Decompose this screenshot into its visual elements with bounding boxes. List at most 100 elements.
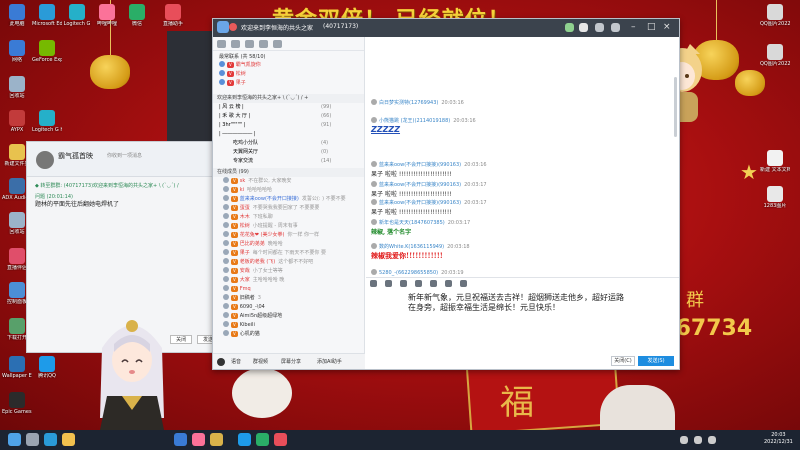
group-chat-window[interactable]: 欢迎来到李恒海的共头之家 (40717173) – □ × 最常联系 (共 58… [212, 18, 680, 370]
member-item[interactable]: V 安哉 小了女士等等 [213, 267, 364, 276]
contact-item[interactable]: V 松树 [213, 70, 364, 79]
contact-item[interactable]: V 霸气凯旋你 [213, 61, 364, 70]
settings-icon[interactable] [272, 40, 282, 48]
desktop-icon-bilibili[interactable]: 哔哩哔哩 [92, 4, 122, 27]
search-icon[interactable] [26, 433, 39, 446]
edge-icon[interactable] [44, 433, 57, 446]
avatar[interactable] [371, 243, 377, 249]
desktop-icon-logitech[interactable]: Logitech G HUB [32, 110, 62, 133]
home-icon[interactable] [579, 23, 588, 32]
contacts-icon[interactable] [217, 40, 226, 48]
microphone-icon[interactable] [217, 358, 225, 366]
avatar[interactable] [371, 181, 377, 187]
member-item[interactable]: V 心机的猫 [213, 330, 364, 339]
app-icon[interactable] [611, 23, 620, 32]
scrollbar[interactable] [674, 77, 677, 137]
close-icon[interactable]: × [663, 22, 671, 33]
avatar[interactable] [371, 269, 377, 275]
member-item[interactable]: V 大家 主哈哈哈哈 晚 [213, 276, 364, 285]
qq-icon[interactable] [238, 433, 251, 446]
file-icon[interactable] [414, 280, 422, 287]
app-icon[interactable] [274, 433, 287, 446]
desktop-icon-logitech-g[interactable]: Logitech G [62, 4, 92, 27]
desktop-icon-image-3[interactable]: 1283图片 [760, 186, 790, 209]
member-item[interactable]: V 花花兔❤ (美少女拳) 你一样 你一样 [213, 231, 364, 240]
message-sender[interactable]: 蓝来来oow(不会开口接接)(990163) [379, 162, 461, 168]
channel-item[interactable]: | ―――――― | [213, 130, 364, 139]
image-icon[interactable] [399, 280, 407, 287]
member-item[interactable]: V 果子 每个时间都在 下雨天不不要你 要 [213, 249, 364, 258]
status-video[interactable]: 群视频 [253, 358, 268, 365]
avatar[interactable] [371, 117, 377, 123]
avatar[interactable] [371, 219, 377, 225]
member-item[interactable]: V 松树 小班提醒 - 周末有事 [213, 222, 364, 231]
desktop-icon-this-pc[interactable]: 此电脑 [2, 4, 32, 27]
desktop-icon-recycle[interactable]: 回收站 [2, 76, 32, 99]
desktop-icon-aypx[interactable]: AYPX [2, 110, 32, 133]
network-icon[interactable] [680, 436, 688, 444]
desktop-icon-live-helper[interactable]: 直播助手 [158, 4, 188, 27]
message-sender[interactable]: 蓝来来oow(不会开口接接)(990163) [379, 182, 461, 188]
avatar[interactable] [36, 151, 54, 169]
member-item[interactable]: V 蛋蛋 不要哭我我要回家了 不要要要 [213, 204, 364, 213]
send-button[interactable]: 发送(S) [638, 356, 674, 366]
desktop-icon-geforce[interactable]: GeForce Experience [32, 40, 62, 63]
chat-message[interactable]: 数的White.K(1636115949) 20:03:18 辣椒我爱你!!!!!!… [371, 243, 470, 261]
chat-message[interactable]: 蓝来来oow(不会开口接接)(990163) 20:03:17 果子 啦啦 !!!!… [371, 199, 487, 216]
channel-item[interactable]: | 3hr""""" | (91) [213, 121, 364, 130]
message-sender[interactable]: 小熊猫跳 (龙王)(2114019188) [379, 118, 450, 124]
title-bar[interactable]: 欢迎来到李恒海的共头之家 (40717173) – □ × [213, 19, 679, 37]
message-sender[interactable]: 蓝来来oow(不会开口接接)(990163) [379, 200, 461, 206]
avatar[interactable] [371, 161, 377, 167]
app-icon[interactable] [174, 433, 187, 446]
status-voice[interactable]: 语音 [231, 358, 241, 365]
chat-message[interactable]: 小熊猫跳 (龙王)(2114019188) 20:03:16 ZZZZZ [371, 117, 476, 134]
member-item[interactable]: V 蓝来来oow(不会开口接接) 发誓公(: ) 不要不要 [213, 195, 364, 204]
close-button[interactable]: 关闭(C) [611, 356, 635, 366]
message-sender[interactable]: 数的White.K(1636115949) [379, 244, 444, 250]
desktop-icon-image-1[interactable]: QQ图片2022 [760, 4, 790, 27]
chat-message[interactable]: 蓝来来oow(不会开口接接)(990163) 20:03:17 果子 啦啦 !!!!… [371, 181, 487, 198]
desktop-icon-image-2[interactable]: QQ图片2022121 [760, 44, 790, 67]
file-icon[interactable] [258, 40, 268, 48]
member-item[interactable]: V Aimi5n超级超绿地 [213, 312, 364, 321]
desktop-icon-textfile[interactable]: 新建 文本文档.txt [760, 150, 790, 173]
member-item[interactable]: V 老板的老我 (飞) 这个都不不好吧 [213, 258, 364, 267]
member-item[interactable]: V Fmq [213, 285, 364, 294]
member-item[interactable]: V 旧稿者 3 [213, 294, 364, 303]
chat-message[interactable]: 新年也是天天(1847607385) 20:03:17 辣椒, 落个名字 [371, 219, 470, 236]
member-item[interactable]: Vki 哈哈哈哈哈 [213, 186, 364, 195]
desktop-icon-wechat[interactable]: 微信 [122, 4, 152, 27]
folder-icon[interactable] [62, 433, 75, 446]
wechat-icon[interactable] [256, 433, 269, 446]
channel-item[interactable]: 天翼网关厅 (0) [213, 148, 364, 157]
message-sender[interactable]: 5280_-(662298655850) [379, 270, 438, 276]
status-screen-share[interactable]: 屏幕分享 [281, 358, 301, 365]
group-icon[interactable] [230, 40, 240, 48]
chat-message[interactable]: 5280_-(662298655850)20:03:19无语 [371, 269, 464, 277]
desktop-icon-qq[interactable]: 腾讯QQ [32, 356, 62, 379]
member-item[interactable]: Vsk 不在群公, 大家晚安 [213, 177, 364, 186]
member-item[interactable]: V Kibeili [213, 321, 364, 330]
bilibili-icon[interactable] [192, 433, 205, 446]
channel-item[interactable]: | 风 云 榜 | (99) [213, 103, 364, 112]
microphone-icon[interactable] [444, 280, 452, 287]
close-button[interactable]: 关闭 [170, 335, 193, 344]
desktop-icon-network[interactable]: 网络 [2, 40, 32, 63]
message-sender[interactable]: 新年也是天天(1847607385) [379, 220, 445, 226]
member-item[interactable]: V 木木 下班私聊 [213, 213, 364, 222]
member-item[interactable]: V 6090_-\04 [213, 303, 364, 312]
emoji-icon[interactable] [370, 280, 377, 287]
channel-item[interactable]: 吃鸡小分队 (4) [213, 139, 364, 148]
channel-item[interactable]: | 禾 歌 大 厅 | (66) [213, 112, 364, 121]
maximize-icon[interactable]: □ [647, 22, 656, 33]
message-input[interactable]: 新年新气象，元旦祝福送去吉祥！超烟狮送走他乡，超好运路在身旁，超振幸福生活是绵长… [366, 289, 679, 353]
avatar[interactable] [229, 23, 237, 31]
battery-icon[interactable] [708, 436, 716, 444]
avatar[interactable] [371, 199, 377, 205]
windows-start-icon[interactable] [8, 433, 21, 446]
volume-icon[interactable] [694, 436, 702, 444]
scissors-icon[interactable] [384, 280, 392, 287]
contact-item[interactable]: V 果子 [213, 79, 364, 88]
gamepad-icon[interactable] [595, 23, 604, 32]
